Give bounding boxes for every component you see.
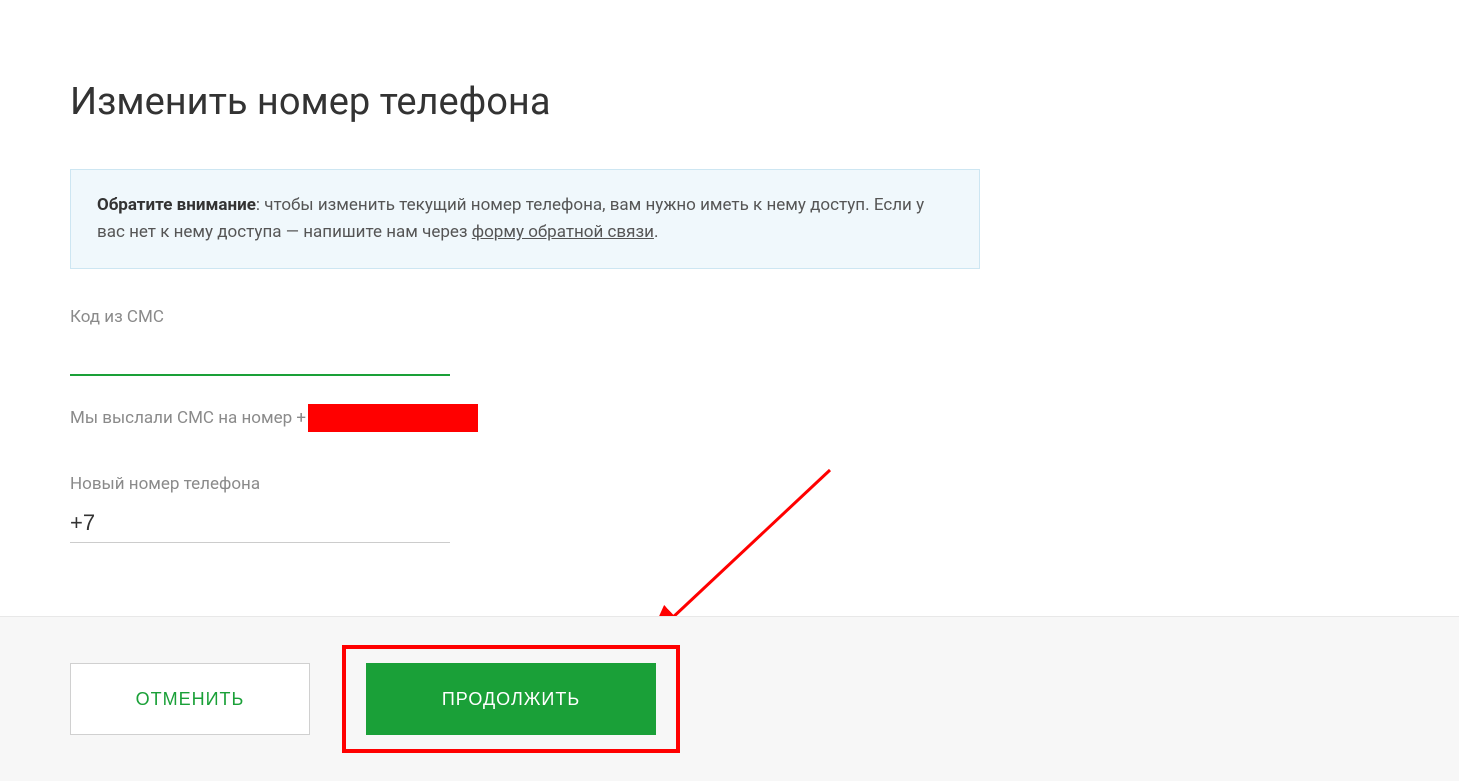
sms-code-section: Код из СМС <box>70 307 1389 404</box>
cancel-button[interactable]: ОТМЕНИТЬ <box>70 663 310 735</box>
notice-bold: Обратите внимание <box>97 195 256 215</box>
sms-sent-prefix: Мы выслали СМС на номер + <box>70 408 306 428</box>
continue-button-highlight: ПРОДОЛЖИТЬ <box>342 645 680 753</box>
new-phone-input[interactable] <box>70 504 450 543</box>
sms-code-input[interactable] <box>70 337 450 376</box>
notice-text-2: . <box>654 222 658 242</box>
feedback-form-link[interactable]: форму обратной связи <box>472 222 654 242</box>
sms-code-label: Код из СМС <box>70 307 1389 327</box>
continue-button[interactable]: ПРОДОЛЖИТЬ <box>366 663 656 735</box>
footer-bar: ОТМЕНИТЬ ПРОДОЛЖИТЬ <box>0 616 1459 781</box>
new-phone-label: Новый номер телефона <box>70 474 1389 494</box>
redacted-phone-number <box>308 404 478 432</box>
sms-sent-message: Мы выслали СМС на номер + <box>70 404 1389 432</box>
notice-box: Обратите внимание: чтобы изменить текущи… <box>70 169 980 269</box>
new-phone-section: Новый номер телефона <box>70 474 1389 543</box>
page-title: Изменить номер телефона <box>70 80 1389 124</box>
